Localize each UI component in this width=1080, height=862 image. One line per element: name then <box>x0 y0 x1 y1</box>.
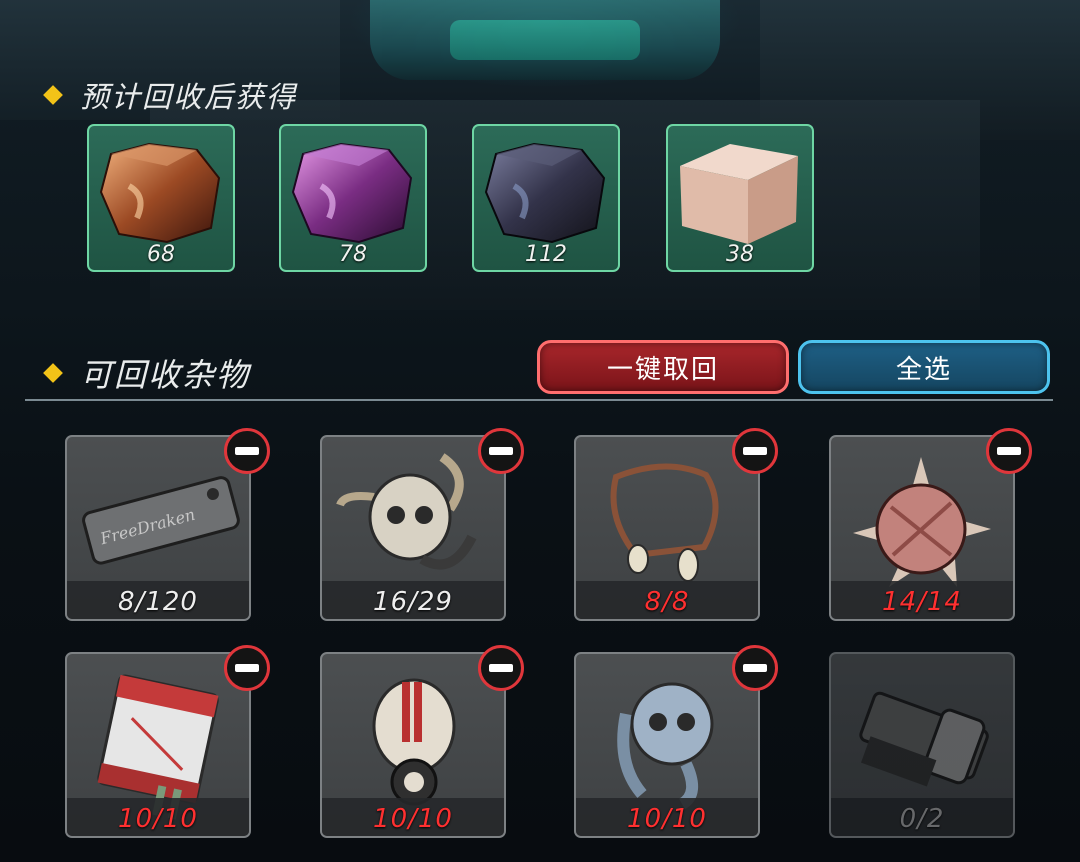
reward-slot-stone-block[interactable]: 38 <box>666 124 814 272</box>
reward-count: 68 <box>147 242 175 267</box>
recyclables-section-title: 可回收杂物 <box>80 356 251 394</box>
item-count: 8/8 <box>644 587 690 617</box>
reward-slot-dark-ore[interactable]: 112 <box>472 124 620 272</box>
item-count: 8/120 <box>118 587 198 617</box>
remove-item-button[interactable] <box>224 428 270 474</box>
remove-item-button[interactable] <box>478 428 524 474</box>
recyclable-item-battery-cell[interactable]: 10/10 <box>65 652 251 838</box>
diamond-bullet-icon <box>43 85 63 105</box>
reward-slot-copper-ore[interactable]: 68 <box>87 124 235 272</box>
diamond-bullet-icon <box>43 363 63 383</box>
recyclable-item-spiked-ball[interactable]: 14/14 <box>829 435 1015 621</box>
item-count: 0/2 <box>899 804 945 834</box>
recyclables-section-header: 可回收杂物 <box>43 350 251 396</box>
reward-count: 38 <box>726 242 754 267</box>
reward-count: 78 <box>339 242 367 267</box>
recyclable-item-horned-skull[interactable]: 16/29 <box>320 435 506 621</box>
rewards-section-title: 预计回收后获得 <box>80 80 298 114</box>
remove-item-button[interactable] <box>478 645 524 691</box>
background-console <box>370 0 720 80</box>
item-count: 10/10 <box>118 804 198 834</box>
recyclable-item-skull-ring[interactable]: 10/10 <box>574 652 760 838</box>
recyclable-item-engraved-tag[interactable]: FreeDraken 8/120 <box>65 435 251 621</box>
recyclable-item-mechanical-part[interactable]: 0/2 <box>829 652 1015 838</box>
remove-item-button[interactable] <box>224 645 270 691</box>
select-all-button[interactable]: 全选 <box>798 340 1050 394</box>
divider <box>25 399 1053 401</box>
reward-slot-purple-ore[interactable]: 78 <box>279 124 427 272</box>
item-count: 10/10 <box>373 804 453 834</box>
recyclable-item-gas-mask[interactable]: 10/10 <box>320 652 506 838</box>
recyclable-item-bone-necklace[interactable]: 8/8 <box>574 435 760 621</box>
item-count: 14/14 <box>882 587 962 617</box>
item-count: 10/10 <box>627 804 707 834</box>
rewards-section-header: 预计回收后获得 <box>43 74 298 116</box>
remove-item-button[interactable] <box>732 645 778 691</box>
item-count: 16/29 <box>373 587 453 617</box>
remove-item-button[interactable] <box>986 428 1032 474</box>
withdraw-all-button[interactable]: 一键取回 <box>537 340 789 394</box>
reward-count: 112 <box>525 242 567 267</box>
remove-item-button[interactable] <box>732 428 778 474</box>
